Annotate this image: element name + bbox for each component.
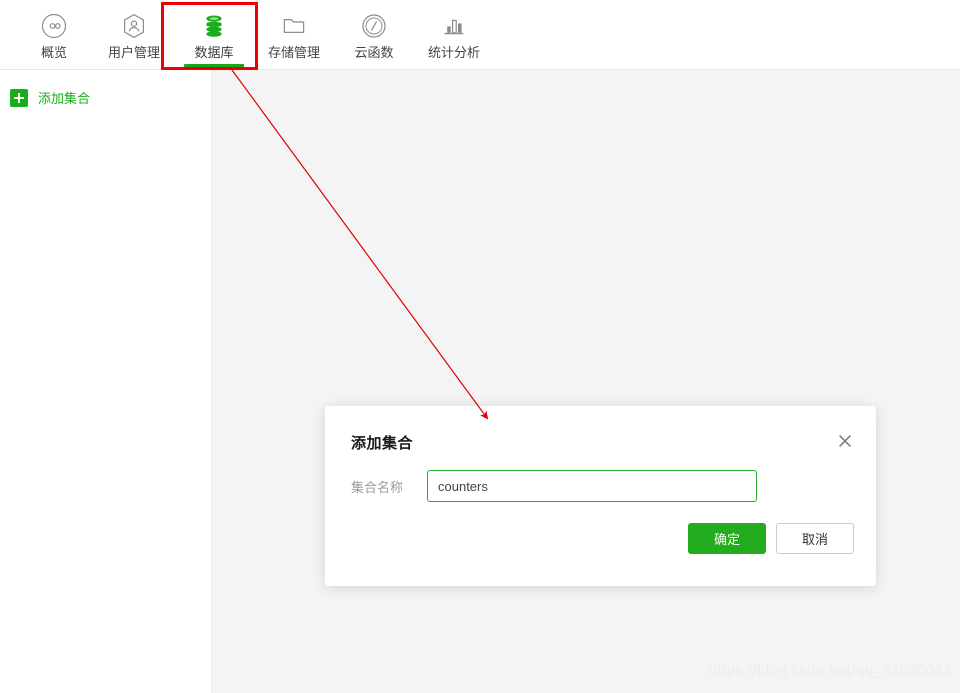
- watermark-text: https://blog.csdn.net/qq_33030043: [708, 662, 952, 679]
- close-icon[interactable]: [836, 432, 854, 450]
- confirm-button[interactable]: 确定: [688, 523, 766, 554]
- nav-active-indicator: [184, 64, 244, 68]
- infinity-circle-icon: [39, 11, 69, 41]
- bar-chart-icon: [439, 11, 469, 41]
- folder-icon: [279, 11, 309, 41]
- nav-item-cloud-function[interactable]: 云函数: [334, 0, 414, 69]
- main-content-area: [212, 70, 960, 693]
- nav-label-user-management: 用户管理: [107, 44, 160, 60]
- collection-name-label: 集合名称: [351, 479, 404, 495]
- nav-item-statistics[interactable]: 统计分析: [414, 0, 494, 69]
- database-icon: [199, 11, 229, 41]
- cancel-button[interactable]: 取消: [776, 523, 854, 554]
- nav-item-storage-management[interactable]: 存储管理: [254, 0, 334, 69]
- add-collection-button[interactable]: 添加集合: [0, 84, 211, 111]
- nav-item-database[interactable]: 数据库: [174, 0, 254, 69]
- nav-label-overview: 概览: [40, 44, 67, 60]
- cloud-function-icon: [359, 11, 389, 41]
- dialog-actions: 确定 取消: [688, 523, 854, 554]
- app-root: 概览 用户管理 数据库 存储管理 云函数 统计分析 添加集合 添加集合 集合名称…: [0, 0, 960, 693]
- add-collection-dialog: 添加集合 集合名称 确定 取消: [325, 406, 876, 586]
- nav-item-overview[interactable]: 概览: [14, 0, 94, 69]
- collection-name-row: 集合名称: [351, 470, 757, 502]
- top-navigation: 概览 用户管理 数据库 存储管理 云函数 统计分析: [0, 0, 960, 70]
- add-collection-label: 添加集合: [38, 91, 91, 106]
- sidebar: 添加集合: [0, 70, 212, 693]
- plus-icon: [10, 88, 28, 107]
- nav-label-statistics: 统计分析: [427, 44, 480, 60]
- user-hexagon-icon: [119, 11, 149, 41]
- collection-name-input[interactable]: [427, 470, 757, 502]
- nav-item-user-management[interactable]: 用户管理: [94, 0, 174, 69]
- nav-label-database: 数据库: [194, 44, 234, 60]
- nav-label-cloud-function: 云函数: [354, 44, 394, 60]
- nav-label-storage-management: 存储管理: [267, 44, 320, 60]
- dialog-title: 添加集合: [351, 435, 414, 452]
